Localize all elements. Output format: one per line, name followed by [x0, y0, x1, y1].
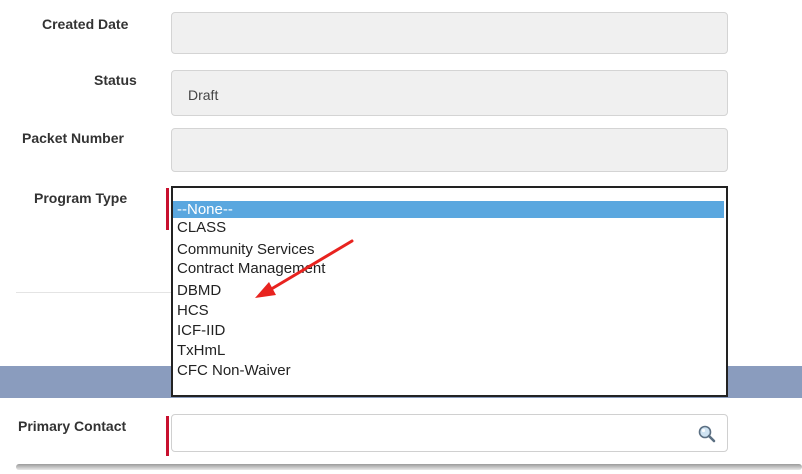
annotation-arrow-icon	[255, 239, 354, 298]
